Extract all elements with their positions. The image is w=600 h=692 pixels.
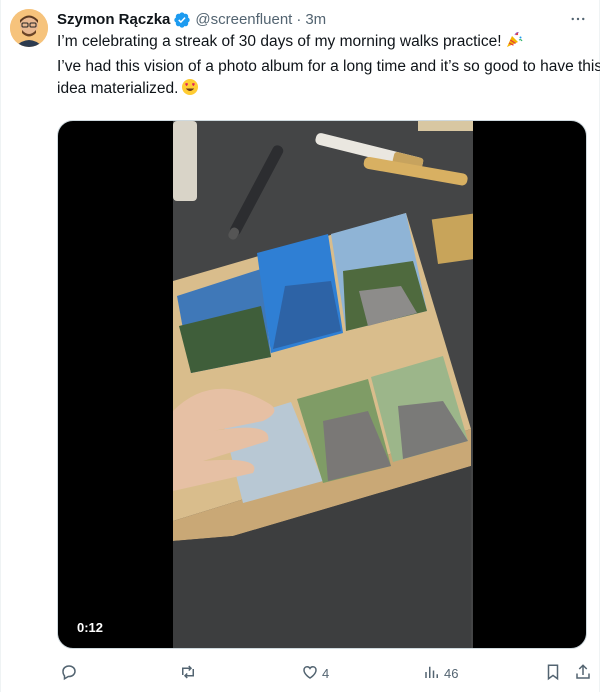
author-name[interactable]: Szymon Rączka [57,10,170,30]
tweet-text-line-3: idea materialized. [57,78,587,103]
post-time[interactable]: 3m [305,10,326,30]
views-icon [423,663,441,684]
tweet-header: Szymon Rączka @screenfluent · 3m [57,10,326,30]
tweet-card[interactable]: Szymon Rączka @screenfluent · 3m I’m cel… [0,0,600,692]
action-bar: 4 46 [57,660,591,686]
like-button[interactable]: 4 [298,660,329,686]
video-player[interactable]: 0:12 [57,120,587,649]
share-button[interactable] [571,660,592,686]
video-frame [173,121,473,648]
retweet-button[interactable] [176,660,200,686]
more-icon[interactable] [567,10,589,28]
view-count: 46 [444,665,459,681]
tweet-text-line-1: I’m celebrating a streak of 30 days of m… [57,31,587,56]
bookmark-button[interactable] [541,660,562,686]
reply-button[interactable] [57,660,81,686]
party-popper-icon [505,31,523,56]
verified-badge-icon [173,11,191,29]
views-button[interactable]: 46 [420,660,458,686]
video-thumbnail [173,121,473,648]
retweet-icon [179,663,197,684]
tweet-text-line-2: I’ve had this vision of a photo album fo… [57,58,600,75]
video-duration: 0:12 [71,618,110,638]
avatar-image [10,9,48,47]
like-count: 4 [322,665,330,681]
heart-eyes-icon [181,78,199,103]
like-icon [301,663,319,684]
tweet-text: I’m celebrating a streak of 30 days of m… [57,31,600,103]
bookmark-icon [544,663,562,684]
author-handle[interactable]: @screenfluent [195,10,292,30]
reply-icon [60,663,78,684]
separator-dot: · [296,11,302,28]
avatar[interactable] [10,9,48,47]
share-icon [574,663,592,684]
